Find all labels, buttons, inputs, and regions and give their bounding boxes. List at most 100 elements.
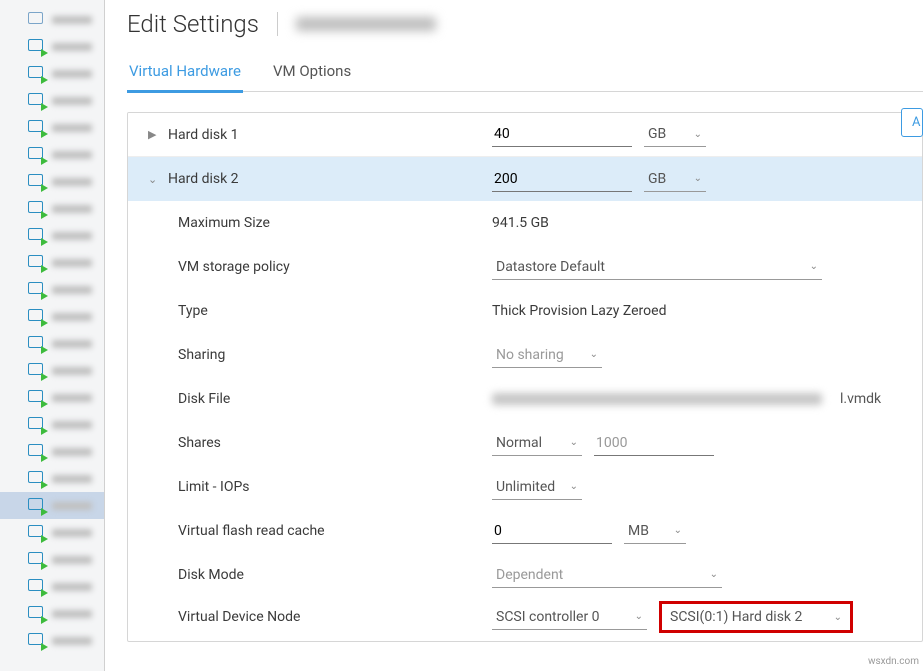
vm-tree-item[interactable]: [0, 6, 104, 33]
hd2-unit-select[interactable]: GB ⌄: [644, 167, 706, 192]
vm-name-redacted: [296, 17, 436, 31]
sharing-select[interactable]: No sharing ⌄: [492, 343, 602, 368]
shares-row: Shares Normal ⌄: [128, 421, 922, 465]
vm-tree-item[interactable]: [0, 303, 104, 330]
add-button-label: A: [912, 115, 920, 130]
limit-select[interactable]: Unlimited ⌄: [492, 475, 582, 500]
vm-tree-item[interactable]: [0, 249, 104, 276]
vm-icon: [28, 525, 46, 541]
shares-label: Shares: [178, 435, 492, 451]
main-content: Edit Settings Virtual Hardware VM Option…: [105, 0, 923, 671]
vm-tree-item[interactable]: [0, 87, 104, 114]
chevron-down-icon: ⌄: [635, 611, 643, 622]
vm-tree-item[interactable]: [0, 330, 104, 357]
flash-label: Virtual flash read cache: [178, 523, 492, 539]
vm-tree-item[interactable]: [0, 438, 104, 465]
add-device-button[interactable]: A: [901, 108, 923, 137]
vm-tree-item[interactable]: [0, 519, 104, 546]
tabs: Virtual Hardware VM Options: [127, 56, 923, 92]
vm-tree-item[interactable]: [0, 600, 104, 627]
vm-tree-item[interactable]: [0, 627, 104, 654]
vm-tree-item[interactable]: [0, 384, 104, 411]
max-size-value: 941.5 GB: [492, 215, 902, 231]
vm-icon: [28, 147, 46, 163]
vm-icon: [28, 174, 46, 190]
disk-mode-select[interactable]: Dependent ⌄: [492, 563, 722, 588]
flash-cache-row: Virtual flash read cache MB ⌄: [128, 509, 922, 553]
title-divider: [277, 12, 278, 36]
hd1-label: Hard disk 1: [168, 127, 492, 143]
vm-icon: [28, 282, 46, 298]
storage-policy-row: VM storage policy Datastore Default ⌄: [128, 245, 922, 289]
vm-tree-item[interactable]: [0, 33, 104, 60]
limit-label: Limit - IOPs: [178, 479, 492, 495]
vm-tree-item[interactable]: [0, 141, 104, 168]
hd2-label: Hard disk 2: [168, 171, 492, 187]
disk-file-path-redacted: [492, 393, 822, 405]
type-label: Type: [178, 303, 492, 319]
policy-select[interactable]: Datastore Default ⌄: [492, 255, 822, 280]
title-row: Edit Settings: [127, 10, 923, 38]
vm-tree-item[interactable]: [0, 411, 104, 438]
chevron-right-icon: ▶: [148, 128, 162, 141]
watermark: wsxdn.com: [868, 656, 919, 667]
hd1-size-input[interactable]: [492, 122, 632, 147]
hd2-size-input[interactable]: [492, 167, 632, 192]
vm-icon: [28, 417, 46, 433]
max-size-label: Maximum Size: [178, 215, 492, 231]
type-value: Thick Provision Lazy Zeroed: [492, 303, 902, 319]
vm-tree-item[interactable]: [0, 465, 104, 492]
chevron-down-icon: ⌄: [674, 525, 682, 536]
vm-icon: [28, 471, 46, 487]
vm-icon: [28, 552, 46, 568]
chevron-down-icon: ⌄: [810, 261, 818, 272]
vm-tree-item[interactable]: [0, 222, 104, 249]
chevron-down-icon: ⌄: [694, 173, 702, 184]
chevron-down-icon: ⌄: [710, 569, 718, 580]
hard-disk-1-row[interactable]: ▶ Hard disk 1 GB ⌄: [128, 113, 922, 157]
page-title: Edit Settings: [127, 10, 259, 38]
vm-tree-item[interactable]: [0, 195, 104, 222]
vm-tree-item[interactable]: [0, 546, 104, 573]
vm-icon: [28, 39, 46, 55]
type-row: Type Thick Provision Lazy Zeroed: [128, 289, 922, 333]
tab-virtual-hardware[interactable]: Virtual Hardware: [127, 56, 243, 93]
vm-icon: [28, 12, 46, 28]
vm-icon: [28, 309, 46, 325]
vdn-controller-select[interactable]: SCSI controller 0 ⌄: [492, 605, 647, 630]
vm-tree-item[interactable]: [0, 60, 104, 87]
disk-file-row: Disk File l.vmdk: [128, 377, 922, 421]
chevron-down-icon: ⌄: [570, 481, 578, 492]
flash-value-input[interactable]: [492, 519, 612, 544]
vm-icon: [28, 444, 46, 460]
vm-icon: [28, 228, 46, 244]
flash-unit-select[interactable]: MB ⌄: [624, 519, 686, 544]
vm-icon: [28, 336, 46, 352]
vm-tree-item[interactable]: [0, 276, 104, 303]
hard-disk-2-row[interactable]: ⌄ Hard disk 2 GB ⌄: [128, 157, 922, 201]
shares-mode-select[interactable]: Normal ⌄: [492, 431, 582, 456]
vm-tree-item-selected[interactable]: [0, 492, 104, 519]
hd1-unit-select[interactable]: GB ⌄: [644, 122, 706, 147]
tab-vm-options[interactable]: VM Options: [271, 56, 353, 91]
chevron-down-icon: ⌄: [570, 437, 578, 448]
hardware-panel: ▶ Hard disk 1 GB ⌄ ⌄ Hard disk 2 GB ⌄: [127, 112, 923, 642]
vm-tree-item[interactable]: [0, 168, 104, 195]
vm-tree-item[interactable]: [0, 573, 104, 600]
shares-value-input[interactable]: [594, 431, 714, 456]
vdn-slot-select[interactable]: SCSI(0:1) Hard disk 2 ⌄: [666, 605, 846, 629]
vm-icon: [28, 201, 46, 217]
sharing-label: Sharing: [178, 347, 492, 363]
chevron-down-icon: ⌄: [834, 612, 842, 623]
disk-file-value: l.vmdk: [492, 391, 902, 407]
chevron-down-icon: ⌄: [148, 173, 162, 186]
vm-icon: [28, 390, 46, 406]
sidebar-vm-tree: [0, 0, 105, 671]
vm-tree-item[interactable]: [0, 114, 104, 141]
vm-tree-item[interactable]: [0, 357, 104, 384]
vm-icon: [28, 363, 46, 379]
sharing-row: Sharing No sharing ⌄: [128, 333, 922, 377]
policy-label: VM storage policy: [178, 259, 492, 275]
maximum-size-row: Maximum Size 941.5 GB: [128, 201, 922, 245]
vm-icon: [28, 498, 46, 514]
